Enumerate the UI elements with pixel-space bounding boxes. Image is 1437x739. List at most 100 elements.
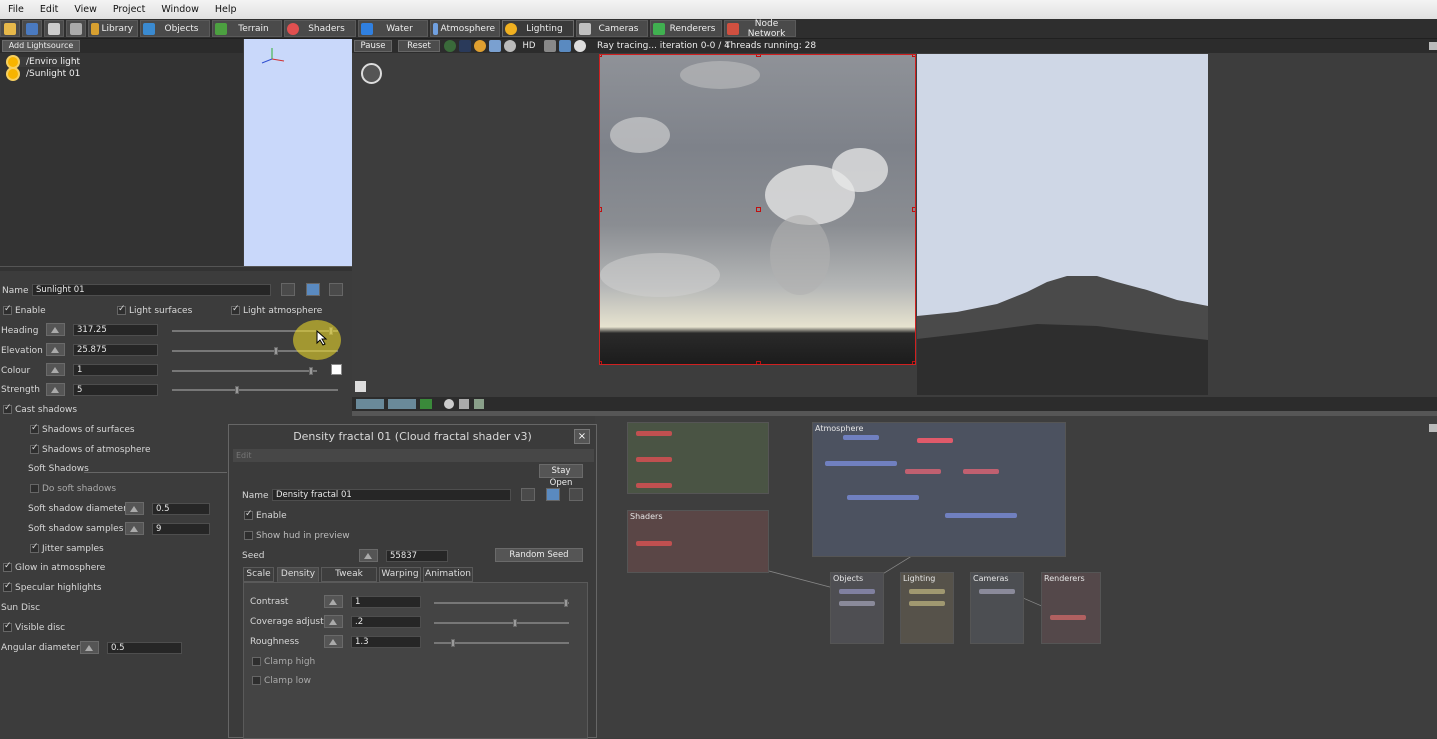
- show-hud-checkbox[interactable]: [244, 531, 253, 540]
- stay-open-button[interactable]: Stay Open: [539, 464, 583, 488]
- display-mode-icon[interactable]: [459, 40, 471, 52]
- pause-button[interactable]: Pause: [354, 40, 392, 52]
- help-icon[interactable]: [329, 283, 343, 296]
- tab-animation[interactable]: Animation: [423, 567, 473, 582]
- menu-project[interactable]: Project: [105, 4, 154, 15]
- region-handle[interactable]: [756, 55, 761, 57]
- edit-menu[interactable]: Edit: [233, 449, 594, 462]
- node[interactable]: [636, 541, 672, 546]
- random-seed-button[interactable]: Random Seed: [495, 548, 583, 562]
- menu-window[interactable]: Window: [153, 4, 206, 15]
- terrain-icon[interactable]: [420, 399, 432, 409]
- elevation-field[interactable]: 25.875: [73, 344, 158, 356]
- node[interactable]: [825, 461, 897, 466]
- node[interactable]: [636, 483, 672, 488]
- node-network[interactable]: Shaders Atmosphere Objects Lighting Came…: [595, 416, 1437, 738]
- node[interactable]: [843, 435, 879, 440]
- region-handle[interactable]: [600, 55, 602, 57]
- node[interactable]: [905, 469, 941, 474]
- edit-coverage-icon[interactable]: [324, 615, 343, 628]
- bulb-icon[interactable]: [574, 40, 586, 52]
- clamp-low-checkbox[interactable]: [252, 676, 261, 685]
- edit-samples-icon[interactable]: [125, 522, 144, 535]
- node[interactable]: [963, 469, 999, 474]
- tab-atmosphere[interactable]: Atmosphere: [430, 20, 500, 37]
- edit-seed-icon[interactable]: [359, 549, 378, 562]
- atmosphere-group[interactable]: Atmosphere: [812, 422, 1066, 557]
- tab-water[interactable]: Water: [358, 20, 428, 37]
- edit-diameter-icon[interactable]: [125, 502, 144, 515]
- hd-toggle[interactable]: HD: [519, 40, 539, 52]
- node[interactable]: [636, 431, 672, 436]
- eye-icon[interactable]: [444, 399, 454, 409]
- slider-handle[interactable]: [451, 639, 455, 647]
- node[interactable]: [839, 589, 875, 594]
- cast-shadows-checkbox[interactable]: [3, 403, 12, 414]
- render-icon[interactable]: [44, 20, 64, 37]
- dialog-title[interactable]: Density fractal 01 (Cloud fractal shader…: [229, 425, 596, 448]
- coverage-field[interactable]: .2: [351, 616, 421, 628]
- menu-edit[interactable]: Edit: [32, 4, 66, 15]
- tab-warping[interactable]: Warping: [379, 567, 421, 582]
- node[interactable]: [917, 438, 953, 443]
- colour-slider[interactable]: [172, 367, 317, 375]
- slider-handle[interactable]: [309, 367, 313, 375]
- renderers-group[interactable]: Renderers: [1041, 572, 1101, 644]
- region-handle[interactable]: [600, 361, 602, 364]
- region-handle[interactable]: [756, 207, 761, 212]
- enable-checkbox[interactable]: [3, 304, 12, 315]
- light-atmosphere-checkbox[interactable]: [231, 304, 240, 315]
- window-icon[interactable]: [546, 488, 560, 501]
- roughness-field[interactable]: 1.3: [351, 636, 421, 648]
- tab-density[interactable]: Density: [277, 567, 319, 582]
- slider-handle[interactable]: [513, 619, 517, 627]
- light-preview[interactable]: [244, 39, 352, 267]
- maximize-icon[interactable]: [1429, 424, 1437, 432]
- open-icon[interactable]: [0, 20, 20, 37]
- specular-checkbox[interactable]: [3, 581, 12, 592]
- tab-lighting[interactable]: Lighting: [502, 20, 574, 37]
- gear-icon[interactable]: [281, 283, 295, 296]
- render-region[interactable]: [599, 54, 916, 365]
- edit-colour-icon[interactable]: [46, 363, 65, 376]
- visible-disc-checkbox[interactable]: [3, 621, 12, 632]
- objects-group[interactable]: Objects: [830, 572, 884, 644]
- node[interactable]: [1050, 615, 1086, 620]
- add-lightsource-button[interactable]: Add Lightsource: [2, 40, 80, 52]
- glow-checkbox[interactable]: [3, 561, 12, 572]
- shadows-surfaces-checkbox[interactable]: [30, 423, 39, 434]
- network-icon[interactable]: [559, 40, 571, 52]
- roughness-slider[interactable]: [434, 639, 569, 647]
- shadows-atmosphere-checkbox[interactable]: [30, 443, 39, 454]
- enable-checkbox[interactable]: [244, 509, 253, 520]
- reset-button[interactable]: Reset: [398, 40, 440, 52]
- cameras-group[interactable]: Cameras: [970, 572, 1024, 644]
- contrast-field[interactable]: 1: [351, 596, 421, 608]
- node[interactable]: [839, 601, 875, 606]
- pen-icon[interactable]: [474, 399, 484, 409]
- contrast-slider[interactable]: [434, 599, 569, 607]
- menu-view[interactable]: View: [66, 4, 105, 15]
- node[interactable]: [979, 589, 1015, 594]
- maximize-icon[interactable]: [1429, 42, 1437, 50]
- atmosphere-preview-icon[interactable]: [489, 40, 501, 52]
- edit-heading-icon[interactable]: [46, 323, 65, 336]
- region-handle[interactable]: [912, 207, 915, 212]
- gear-icon[interactable]: [521, 488, 535, 501]
- node[interactable]: [945, 513, 1017, 518]
- render-mode-icon[interactable]: [444, 40, 456, 52]
- slider-handle[interactable]: [235, 386, 239, 394]
- node[interactable]: [636, 457, 672, 462]
- help-icon[interactable]: [569, 488, 583, 501]
- slider-handle[interactable]: [274, 347, 278, 355]
- slider-handle[interactable]: [564, 599, 568, 607]
- tab-scale[interactable]: Scale: [243, 567, 274, 582]
- terrain-group[interactable]: [627, 422, 769, 494]
- soft-samples-field[interactable]: 9: [152, 523, 210, 535]
- tab-library[interactable]: Library: [88, 20, 138, 37]
- node[interactable]: [909, 601, 945, 606]
- heading-field[interactable]: 317.25: [73, 324, 158, 336]
- layout-icon[interactable]: [356, 399, 384, 409]
- close-button[interactable]: ×: [574, 429, 590, 444]
- colour-swatch[interactable]: [331, 364, 342, 375]
